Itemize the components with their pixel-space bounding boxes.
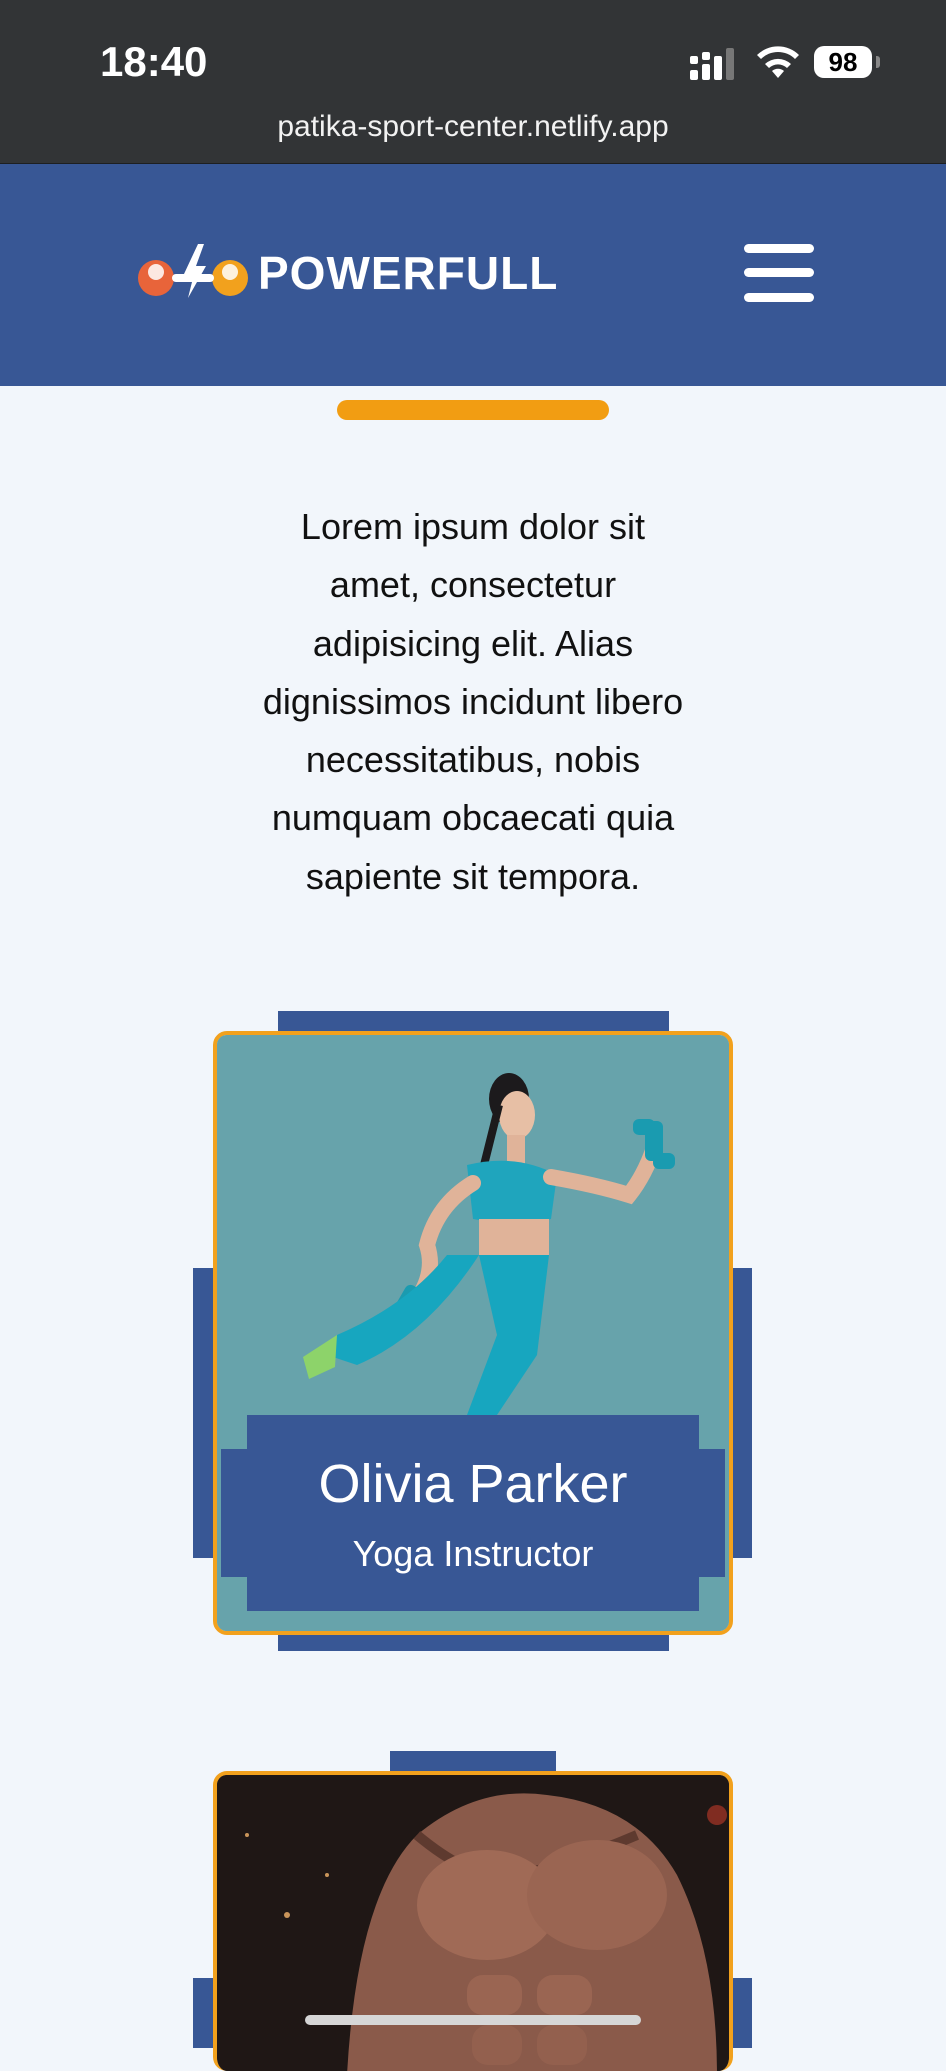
hamburger-line-top [744, 244, 814, 253]
section-accent-bar [337, 400, 609, 420]
battery-icon: 98 [814, 46, 872, 78]
status-time: 18:40 [100, 38, 208, 85]
logo-text: POWERFULL [258, 247, 559, 299]
trainer-role: Yoga Instructor [352, 1533, 594, 1574]
site-logo[interactable]: POWERFULL [136, 240, 559, 304]
home-indicator[interactable] [305, 2015, 641, 2025]
hamburger-line-middle [744, 268, 814, 277]
card2-deco-left [193, 1978, 215, 2048]
address-bar-url[interactable]: patika-sport-center.netlify.app [0, 110, 946, 144]
wifi-icon [757, 46, 799, 78]
trainer-name: Olivia Parker [318, 1454, 628, 1514]
muscular-man-image [217, 1775, 729, 2071]
battery-nub [876, 56, 880, 68]
trainer-card-2[interactable] [213, 1771, 733, 2071]
trainer-card[interactable]: Olivia Parker Yoga Instructor [213, 1031, 733, 1635]
trainer-photo-2 [217, 1775, 729, 2071]
intro-paragraph: Lorem ipsum dolor sit amet, consectetur … [262, 506, 684, 897]
hamburger-menu-button[interactable] [744, 242, 814, 304]
cellular-signal-icon [690, 48, 734, 80]
card2-deco-right [730, 1978, 752, 2048]
dumbbell-logo-icon [138, 244, 248, 298]
trainer-nameplate: Olivia Parker Yoga Instructor [221, 1415, 725, 1611]
hamburger-line-bottom [744, 293, 814, 302]
status-bar: 18:40 98 patika-sport-center.netlify.app [0, 0, 946, 164]
